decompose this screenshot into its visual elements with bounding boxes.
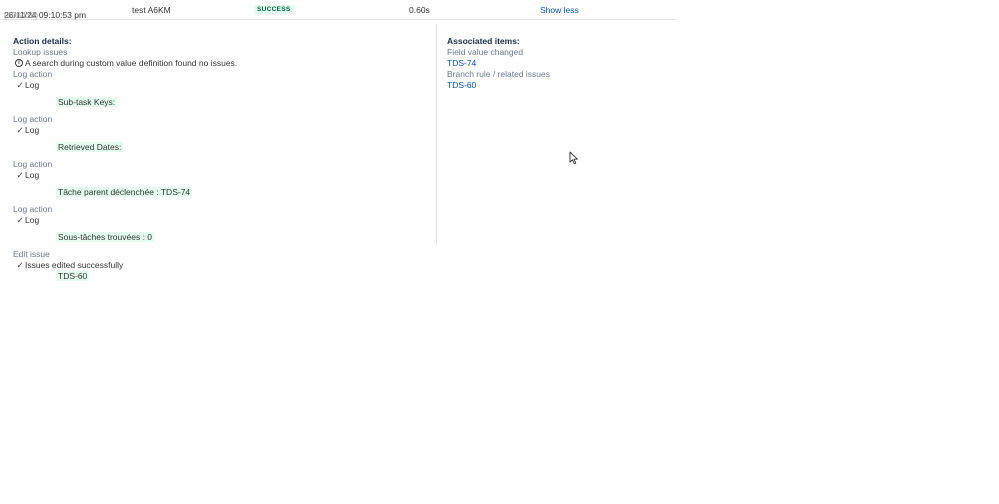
log-value: Retrieved Dates: [56,142,124,152]
action-name: Log action [13,159,53,169]
log-id: (606438) [4,10,39,20]
check-icon: ✓ [16,215,24,225]
log-entry: Log action ✓ Log Tâche parent déclenchée … [13,159,423,198]
info-icon: i [15,59,23,67]
action-name: Log action [13,114,53,124]
log-value: Sous-tâches trouvées : 0 [56,232,155,242]
log-entry: Log action ✓ Log Sub-task Keys: [13,69,423,108]
audit-log-row[interactable]: 26/11/24 09:10:53 pm (606438) test A6KM … [0,0,676,20]
edited-issue-key[interactable]: TDS-60 [56,271,90,281]
check-icon: ✓ [16,260,24,270]
associated-items-heading: Associated items: [447,36,520,46]
associated-group-label: Field value changed [447,47,524,57]
check-icon: ✓ [16,125,24,135]
panel-divider [436,24,437,245]
mouse-pointer-icon [569,151,578,165]
action-message: ✓ Log [16,215,40,225]
associated-group-label: Branch rule / related issues [447,69,550,79]
action-message: ✓ Issues edited successfully [16,260,124,270]
rule-name: test A6KM [132,5,171,15]
action-name: Log action [13,69,53,79]
status-badge: SUCCESS [254,5,294,14]
action-message: i A search during custom value definitio… [13,58,423,69]
action-message: ✓ Log [16,80,40,90]
issue-link[interactable]: TDS-60 [447,80,667,91]
action-name: Lookup issues [13,47,68,57]
edit-entry: Edit issue ✓ Issues edited successfully T… [13,249,423,282]
action-name: Edit issue [13,249,50,259]
check-icon: ✓ [16,170,24,180]
log-entry: Log action ✓ Log Sous-tâches trouvées : 0 [13,204,423,243]
action-message: ✓ Log [16,125,40,135]
action-message: ✓ Log [16,170,40,180]
log-value: Sub-task Keys: [56,97,118,107]
duration: 0.60s [409,5,430,15]
issue-link[interactable]: TDS-74 [447,58,667,69]
associated-items-panel: Associated items: Field value changed TD… [447,36,667,91]
log-entry: Log action ✓ Log Retrieved Dates: [13,114,423,153]
action-details-panel: Action details: Lookup issues i A search… [13,36,423,288]
show-less-link[interactable]: Show less [540,5,579,15]
check-icon: ✓ [16,80,24,90]
action-name: Log action [13,204,53,214]
log-value: Tâche parent déclenchée : TDS-74 [56,187,193,197]
action-details-heading: Action details: [13,36,72,46]
